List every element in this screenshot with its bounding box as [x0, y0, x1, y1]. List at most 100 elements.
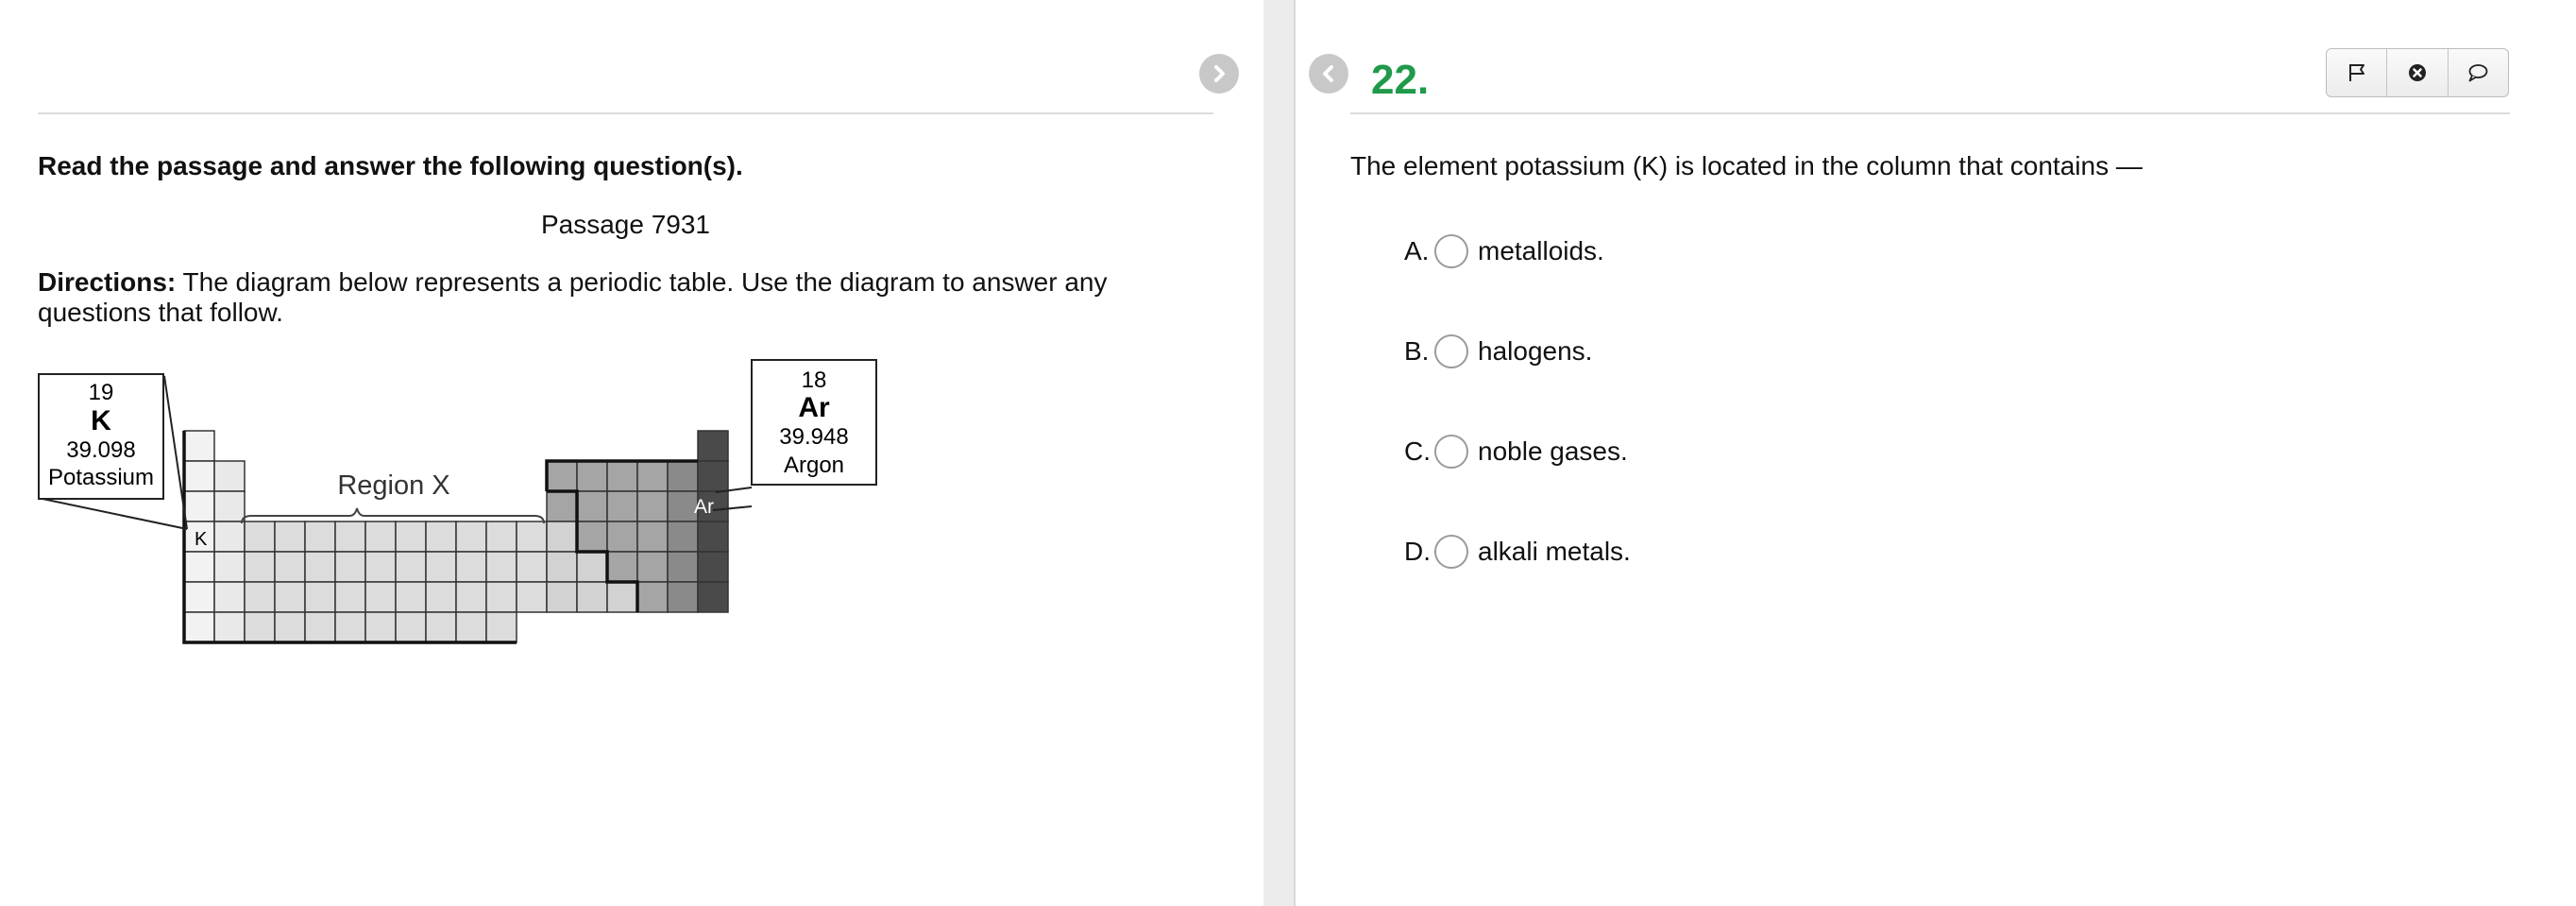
- periodic-cell: [546, 490, 578, 522]
- periodic-cell: [606, 581, 638, 613]
- periodic-cell: [395, 611, 427, 643]
- question-tools: [2326, 48, 2509, 97]
- periodic-cell: [546, 581, 578, 613]
- periodic-cell: [455, 611, 487, 643]
- periodic-cell: [697, 430, 729, 462]
- periodic-cell: [213, 490, 246, 522]
- periodic-cell: [213, 581, 246, 613]
- periodic-cell: [274, 521, 306, 553]
- periodic-cell: [697, 460, 729, 492]
- periodic-cell: [606, 521, 638, 553]
- periodic-cell: [516, 551, 548, 583]
- periodic-cell: [334, 521, 366, 553]
- question-text: The element potassium (K) is located in …: [1350, 151, 2143, 180]
- periodic-cell: [546, 460, 578, 492]
- periodic-cell: [455, 521, 487, 553]
- flag-icon: [2348, 64, 2364, 81]
- region-x-label: Region X: [337, 470, 449, 501]
- argon-symbol: Ar: [798, 392, 830, 423]
- periodic-cell: [425, 581, 457, 613]
- periodic-cell: [183, 430, 215, 462]
- periodic-cell: [576, 551, 608, 583]
- choice-a-radio[interactable]: [1434, 234, 1468, 268]
- directions-label: Directions:: [38, 267, 177, 297]
- periodic-cell: [364, 551, 397, 583]
- passage-header-rule: [38, 112, 1213, 114]
- periodic-cell: [274, 611, 306, 643]
- periodic-cell: [606, 490, 638, 522]
- periodic-cell: [395, 581, 427, 613]
- choice-b[interactable]: B. halogens.: [1404, 333, 1592, 370]
- periodic-cell: [244, 581, 276, 613]
- cell-ar-label: Ar: [694, 496, 714, 518]
- periodic-cell: [455, 581, 487, 613]
- choice-text: halogens.: [1478, 336, 1593, 366]
- periodic-cell: [425, 521, 457, 553]
- periodic-cell: [636, 521, 669, 553]
- periodic-cell: [364, 611, 397, 643]
- choice-letter: A.: [1404, 236, 1430, 265]
- choice-d-radio[interactable]: [1434, 535, 1468, 569]
- question-number: 22.: [1371, 57, 1430, 103]
- potassium-mass: 39.098: [66, 437, 135, 463]
- periodic-cell: [667, 521, 699, 553]
- choice-letter: D.: [1404, 537, 1431, 566]
- periodic-cell: [304, 581, 336, 613]
- periodic-cell: [183, 551, 215, 583]
- periodic-cell: [485, 611, 517, 643]
- eliminate-button[interactable]: [2387, 49, 2449, 96]
- periodic-cell: [667, 581, 699, 613]
- periodic-cell: [485, 521, 517, 553]
- flag-button[interactable]: [2327, 49, 2388, 96]
- periodic-cell: [516, 581, 548, 613]
- periodic-cell: [697, 551, 729, 583]
- passage-title: Passage 7931: [540, 210, 711, 239]
- cell-k-label: K: [195, 529, 208, 550]
- periodic-cell: [183, 460, 215, 492]
- periodic-cell: [304, 521, 336, 553]
- comment-icon: [2468, 64, 2488, 82]
- choice-b-radio[interactable]: [1434, 334, 1468, 368]
- periodic-cell: [425, 551, 457, 583]
- choice-letter: C.: [1404, 436, 1431, 466]
- choice-letter: B.: [1404, 336, 1430, 366]
- comment-button[interactable]: [2449, 49, 2508, 96]
- periodic-cell: [334, 581, 366, 613]
- choice-c[interactable]: C. noble gases.: [1404, 433, 1628, 470]
- periodic-cell: [213, 460, 246, 492]
- choice-a[interactable]: A. metalloids.: [1404, 232, 1604, 270]
- periodic-cell: [636, 581, 669, 613]
- periodic-cell: [213, 551, 246, 583]
- periodic-cell: [425, 611, 457, 643]
- question-header-rule: [1350, 112, 2510, 114]
- periodic-cell: [213, 521, 246, 553]
- periodic-cell: [606, 551, 638, 583]
- periodic-cell: [576, 521, 608, 553]
- previous-button[interactable]: [1309, 54, 1348, 94]
- periodic-cell: [485, 581, 517, 613]
- panel-divider[interactable]: [1263, 0, 1294, 906]
- periodic-cell: [667, 551, 699, 583]
- periodic-cell: [697, 581, 729, 613]
- periodic-cell: [334, 611, 366, 643]
- periodic-cell: [364, 521, 397, 553]
- potassium-name: Potassium: [48, 465, 154, 490]
- periodic-cell: [244, 551, 276, 583]
- choice-text: noble gases.: [1478, 436, 1628, 466]
- periodic-cell: [183, 581, 215, 613]
- eliminate-icon: [2408, 64, 2426, 81]
- periodic-cell: [516, 521, 548, 553]
- periodic-cell: [213, 611, 246, 643]
- periodic-cell: [364, 581, 397, 613]
- choice-text: metalloids.: [1478, 236, 1604, 265]
- next-button[interactable]: [1199, 54, 1239, 94]
- periodic-cell: [183, 611, 215, 643]
- choice-c-radio[interactable]: [1434, 435, 1468, 469]
- choice-d[interactable]: D. alkali metals.: [1404, 533, 1631, 571]
- passage-instruction: Read the passage and answer the followin…: [38, 151, 743, 180]
- periodic-cell: [274, 581, 306, 613]
- periodic-cell: [274, 551, 306, 583]
- periodic-cell: [244, 611, 276, 643]
- argon-atomic-number: 18: [802, 368, 827, 393]
- periodic-cell: [304, 551, 336, 583]
